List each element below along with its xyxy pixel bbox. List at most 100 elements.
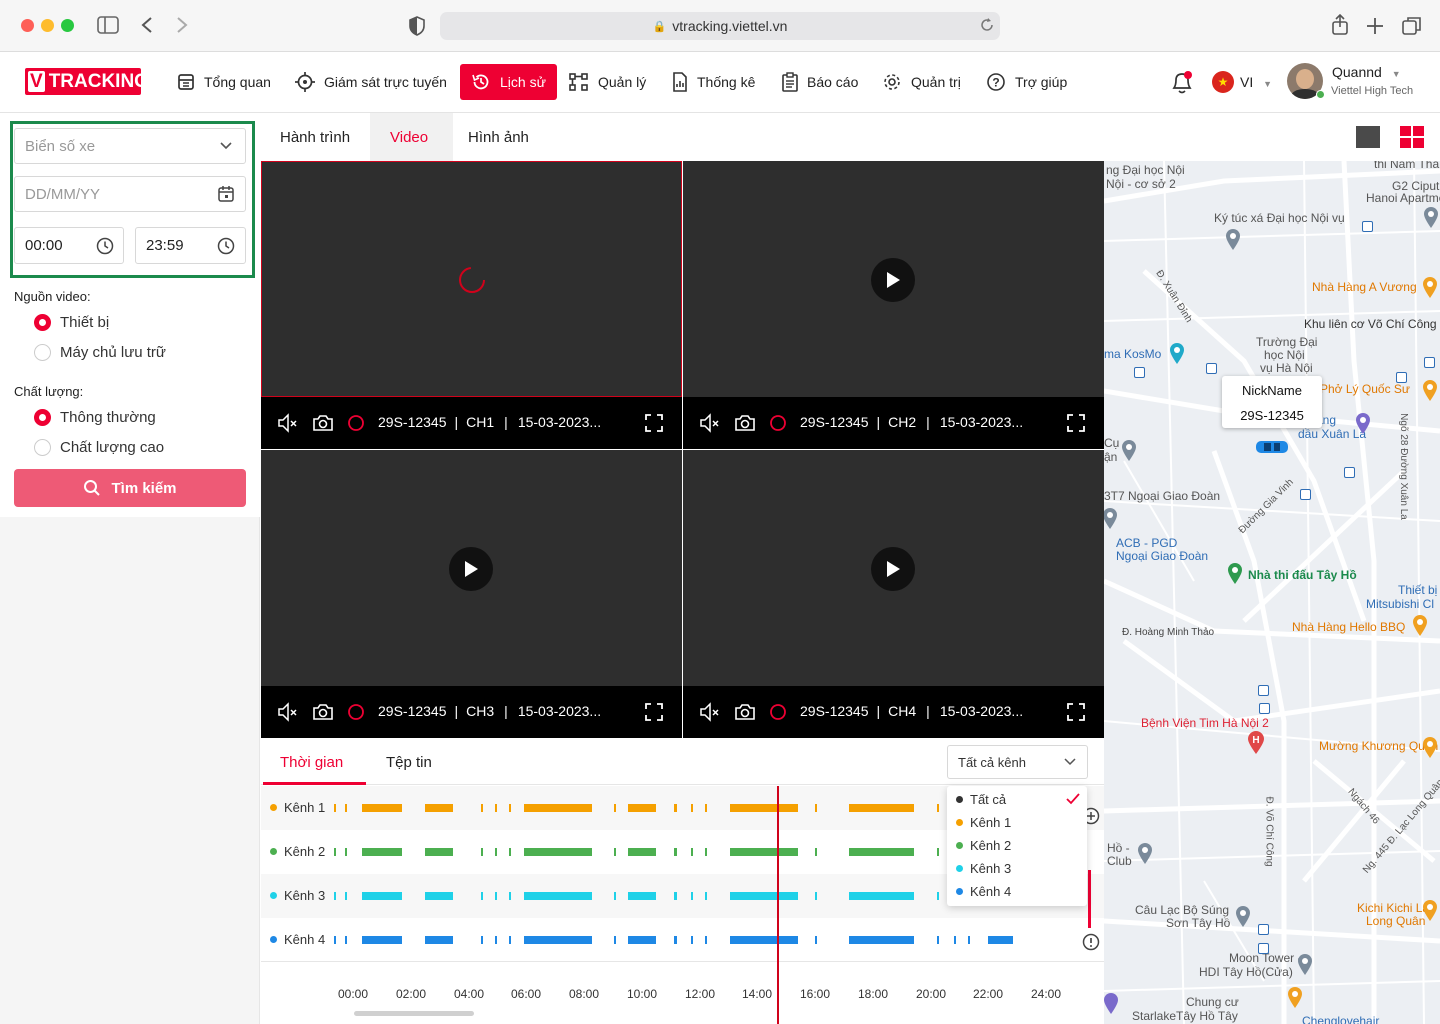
dropdown-option[interactable]: Kênh 3 — [947, 860, 1087, 882]
recording-segment[interactable] — [495, 892, 497, 900]
recording-segment[interactable] — [730, 892, 798, 900]
dropdown-option[interactable]: Kênh 4 — [947, 883, 1087, 905]
tab-overview-icon[interactable] — [1402, 16, 1422, 36]
record-icon[interactable] — [769, 703, 787, 721]
map-pin-icon[interactable] — [1104, 991, 1118, 1015]
recording-segment[interactable] — [425, 892, 453, 900]
recording-segment[interactable] — [524, 804, 592, 812]
info-icon[interactable] — [1082, 933, 1100, 951]
recording-segment[interactable] — [481, 848, 483, 856]
recording-segment[interactable] — [691, 892, 693, 900]
recording-segment[interactable] — [849, 848, 914, 856]
nav-tro-giup[interactable]: ? Trợ giúp — [986, 67, 1067, 97]
recording-segment[interactable] — [481, 936, 483, 944]
recording-segment[interactable] — [362, 804, 402, 812]
camera-icon[interactable] — [312, 702, 334, 722]
reload-icon[interactable] — [980, 18, 994, 32]
search-button[interactable]: Tìm kiếm — [14, 469, 246, 507]
tab-thoi-gian[interactable]: Thời gian — [280, 754, 343, 771]
recording-segment[interactable] — [937, 848, 939, 856]
recording-segment[interactable] — [481, 892, 483, 900]
map-pin-icon[interactable] — [1234, 904, 1252, 928]
recording-segment[interactable] — [334, 804, 336, 812]
clock-icon[interactable] — [96, 237, 114, 255]
quality-high-radio[interactable] — [34, 439, 51, 456]
recording-segment[interactable] — [345, 848, 347, 856]
recording-segment[interactable] — [495, 804, 497, 812]
plate-select[interactable]: Biển số xe — [14, 128, 246, 164]
recording-segment[interactable] — [628, 892, 656, 900]
back-icon[interactable] — [140, 16, 154, 34]
recording-segment[interactable] — [691, 936, 693, 944]
nav-quan-tri[interactable]: Quản trị — [882, 67, 961, 97]
recording-segment[interactable] — [815, 804, 817, 812]
recording-segment[interactable] — [334, 848, 336, 856]
map-pin-icon[interactable] — [1224, 227, 1242, 251]
recording-segment[interactable] — [509, 804, 511, 812]
fullscreen-icon[interactable] — [645, 414, 663, 432]
recording-segment[interactable] — [968, 936, 970, 944]
stadium-pin-icon[interactable] — [1226, 561, 1244, 585]
quality-normal-radio[interactable] — [34, 409, 51, 426]
recording-segment[interactable] — [481, 804, 483, 812]
vertical-scroll-indicator[interactable] — [1088, 870, 1091, 928]
recording-segment[interactable] — [705, 848, 707, 856]
recording-segment[interactable] — [509, 892, 511, 900]
date-field[interactable]: DD/MM/YY — [14, 176, 246, 212]
recording-segment[interactable] — [628, 804, 656, 812]
recording-segment[interactable] — [691, 848, 693, 856]
restaurant-pin-icon[interactable] — [1421, 275, 1439, 299]
nav-thong-ke[interactable]: Thống kê — [672, 67, 755, 97]
nav-tong-quan[interactable]: Tổng quan — [177, 67, 271, 97]
recording-segment[interactable] — [674, 804, 677, 812]
play-button[interactable] — [871, 258, 915, 302]
recording-segment[interactable] — [954, 936, 956, 944]
recording-segment[interactable] — [495, 848, 497, 856]
nav-bao-cao[interactable]: Báo cáo — [782, 67, 858, 97]
map-pin-icon[interactable] — [1422, 205, 1440, 229]
record-icon[interactable] — [769, 414, 787, 432]
language-selector[interactable]: VI ▼ — [1240, 74, 1272, 90]
recording-segment[interactable] — [674, 892, 677, 900]
recording-segment[interactable] — [730, 848, 798, 856]
restaurant-pin-icon[interactable] — [1411, 613, 1429, 637]
tab-video[interactable]: Video — [390, 113, 428, 161]
source-device-radio[interactable] — [34, 314, 51, 331]
horizontal-scrollbar[interactable] — [354, 1011, 474, 1016]
nav-quan-ly[interactable]: Quản lý — [569, 67, 646, 97]
bell-icon[interactable] — [1170, 70, 1194, 96]
share-icon[interactable] — [1331, 14, 1349, 36]
restaurant-pin-icon[interactable] — [1421, 898, 1439, 922]
play-button[interactable] — [449, 547, 493, 591]
recording-segment[interactable] — [705, 892, 707, 900]
new-tab-icon[interactable] — [1366, 17, 1384, 35]
recording-segment[interactable] — [674, 848, 677, 856]
recording-segment[interactable] — [425, 848, 453, 856]
recording-segment[interactable] — [524, 892, 592, 900]
recording-segment[interactable] — [524, 848, 592, 856]
recording-segment[interactable] — [849, 892, 914, 900]
mute-icon[interactable] — [277, 702, 299, 722]
camera-icon[interactable] — [734, 413, 756, 433]
recording-segment[interactable] — [815, 848, 817, 856]
dropdown-option[interactable]: Tất cả — [947, 791, 1087, 813]
record-icon[interactable] — [347, 703, 365, 721]
vtracking-logo[interactable]: V TRACKING — [25, 68, 141, 95]
grid-layout-icon[interactable] — [1399, 125, 1425, 149]
recording-segment[interactable] — [362, 892, 402, 900]
recording-segment[interactable] — [334, 936, 336, 944]
minimize-window-icon[interactable] — [41, 19, 54, 32]
sidebar-toggle-icon[interactable] — [97, 16, 119, 34]
recording-segment[interactable] — [362, 848, 402, 856]
tab-tep-tin[interactable]: Tệp tin — [386, 754, 432, 771]
recording-segment[interactable] — [849, 936, 914, 944]
recording-segment[interactable] — [345, 804, 347, 812]
single-layout-icon[interactable] — [1356, 126, 1380, 148]
recording-segment[interactable] — [614, 936, 616, 944]
address-bar[interactable]: 🔒 vtracking.viettel.vn — [440, 12, 1000, 40]
recording-segment[interactable] — [815, 892, 817, 900]
recording-segment[interactable] — [705, 804, 707, 812]
car-icon[interactable] — [1255, 439, 1289, 455]
calendar-icon[interactable] — [218, 185, 234, 202]
camera-icon[interactable] — [734, 702, 756, 722]
